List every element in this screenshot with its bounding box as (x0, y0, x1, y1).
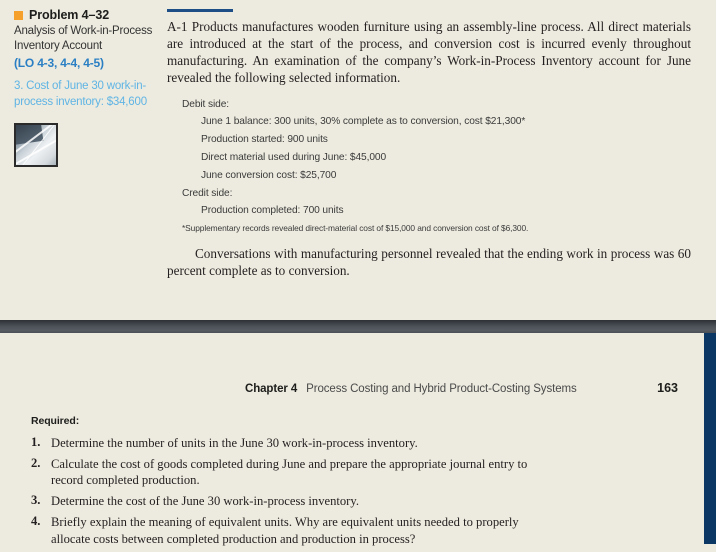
running-head-title: Process Costing and Hybrid Product-Costi… (306, 383, 577, 395)
required-item: 4. Briefly explain the meaning of equiva… (31, 514, 551, 546)
required-item: 3. Determine the cost of the June 30 wor… (31, 493, 551, 509)
data-footnote: *Supplementary records revealed direct-m… (182, 222, 529, 233)
required-item: 2. Calculate the cost of goods completed… (31, 456, 551, 488)
required-item: 1. Determine the number of units in the … (31, 435, 551, 451)
running-head: Chapter 4 Process Costing and Hybrid Pro… (0, 381, 690, 395)
debit-item: Production started: 900 units (201, 133, 328, 145)
required-item-number: 2. (31, 456, 41, 471)
learning-objectives-label: (LO 4-3, 4-4, 4-5) (14, 56, 104, 71)
required-item-number: 1. (31, 435, 41, 449)
margin-notes-sidebar: Problem 4–32 Analysis of Work-in-Process… (14, 8, 154, 168)
debit-item: Direct material used during June: $45,00… (201, 151, 387, 163)
required-item-text: Determine the cost of the June 30 work-i… (51, 494, 359, 509)
right-edge-blue-bar (704, 333, 716, 544)
required-label: Required: (31, 415, 80, 427)
required-item-text: Determine the number of units in the Jun… (51, 436, 418, 450)
closing-paragraph: Conversations with manufacturing personn… (167, 245, 691, 278)
problem-page-top: Problem 4–32 Analysis of Work-in-Process… (0, 0, 716, 320)
required-section: Required: 1. Determine the number of uni… (31, 415, 551, 552)
debit-item: June 1 balance: 300 units, 30% complete … (201, 115, 526, 127)
debit-item: June conversion cost: $25,700 (201, 169, 337, 181)
credit-item: Production completed: 700 units (201, 204, 344, 216)
orange-square-marker-icon (14, 10, 23, 20)
required-item-text: Briefly explain the meaning of equivalen… (51, 515, 519, 546)
problem-label: Problem 4–32 (29, 8, 110, 22)
answer-hint-note: 3. Cost of June 30 work-in-process inven… (14, 80, 147, 109)
problem-subtitle: Analysis of Work-in-Process Inventory Ac… (14, 25, 153, 53)
required-item-number: 4. (31, 514, 41, 529)
margin-photo-thumbnail (14, 123, 58, 168)
credit-side-heading: Credit side: (182, 187, 233, 199)
page-number: 163 (657, 381, 678, 395)
running-head-chapter: Chapter 4 (245, 383, 298, 395)
debit-side-heading: Debit side: (182, 98, 230, 110)
problem-heading: Problem 4–32 (14, 8, 154, 22)
problem-body-column: A-1 Products manufactures wooden furnitu… (167, 9, 691, 279)
problem-page-bottom: Chapter 4 Process Costing and Hybrid Pro… (0, 333, 716, 546)
account-data-block: Debit side: June 1 balance: 300 units, 3… (167, 99, 691, 233)
required-item-text: Calculate the cost of goods completed du… (51, 457, 528, 488)
blue-rule-divider (167, 9, 233, 12)
required-item-number: 3. (31, 493, 41, 508)
page-divider-band (0, 320, 716, 333)
intro-paragraph: A-1 Products manufactures wooden furnitu… (167, 19, 691, 86)
